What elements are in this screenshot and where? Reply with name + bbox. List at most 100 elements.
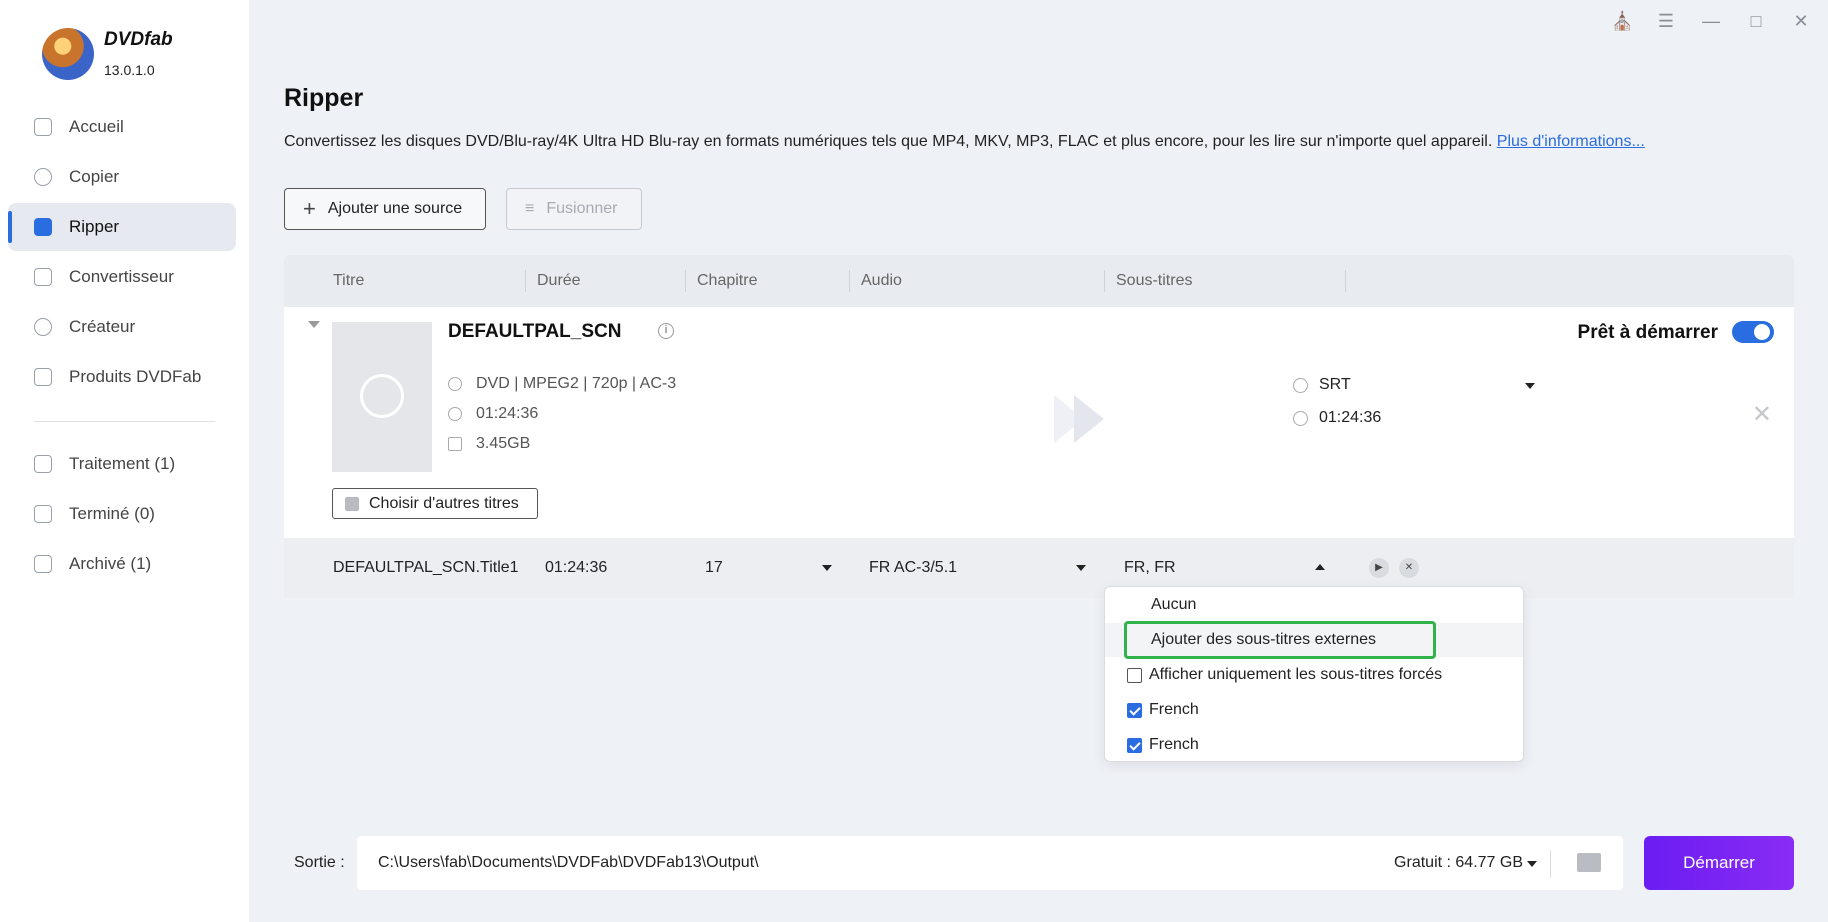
ripper-icon [34, 218, 52, 236]
clock-icon [1293, 411, 1308, 426]
highlight-box [1124, 621, 1436, 659]
checkbox[interactable] [1127, 737, 1142, 753]
output-format: SRT [1319, 376, 1351, 393]
dropdown-item-label: French [1149, 701, 1199, 718]
header-audio: Audio [861, 272, 902, 289]
remove-source-icon[interactable]: ✕ [1752, 403, 1772, 427]
sidebar-item-termine[interactable]: Terminé (0) [8, 490, 236, 538]
sidebar-divider [34, 421, 215, 422]
clipboard-check-icon [34, 505, 52, 523]
title-name: DEFAULTPAL_SCN.Title1 [333, 559, 519, 576]
app-version: 13.0.1.0 [104, 62, 155, 78]
sidebar-item-label: Créateur [69, 317, 136, 336]
start-button[interactable]: Démarrer [1644, 836, 1794, 890]
disc-icon [448, 377, 462, 391]
app-brand: DVDfab [104, 29, 173, 50]
ready-toggle[interactable] [1732, 321, 1774, 343]
sidebar-item-convertisseur[interactable]: Convertisseur [8, 253, 236, 301]
minimize-icon[interactable]: — [1701, 11, 1721, 31]
add-source-button[interactable]: + Ajouter une source [284, 188, 486, 230]
audio-dropdown-icon[interactable] [1076, 565, 1086, 571]
sidebar-item-label: Archivé (1) [69, 554, 152, 573]
free-space: Gratuit : 64.77 GB [1394, 854, 1523, 871]
sidebar: DVDfab 13.0.1.0 Accueil Copier Ripper Co… [0, 0, 249, 922]
disc-duration: 01:24:36 [476, 405, 539, 422]
choose-titles-label: Choisir d'autres titres [369, 494, 519, 512]
info-icon[interactable]: i [658, 323, 674, 339]
home-icon [34, 118, 52, 136]
sidebar-item-createur[interactable]: Créateur [8, 303, 236, 351]
chapter-select[interactable]: 17 [705, 559, 723, 577]
merge-label: Fusionner [546, 200, 618, 217]
sidebar-item-label: Convertisseur [69, 267, 174, 286]
checkbox[interactable] [1127, 702, 1142, 718]
subtitle-dropdown: Aucun Ajouter des sous-titres externes A… [1104, 586, 1524, 762]
disc-title: DEFAULTPAL_SCN [448, 321, 622, 342]
sidebar-item-archive[interactable]: Archivé (1) [8, 540, 236, 588]
sidebar-item-copier[interactable]: Copier [8, 153, 236, 201]
dropdown-item-french-2[interactable]: French [1105, 728, 1523, 762]
sidebar-item-label: Traitement (1) [69, 454, 176, 473]
header-divider [1345, 270, 1346, 292]
merge-button[interactable]: ≡ Fusionner [506, 188, 642, 230]
audio-select[interactable]: FR AC-3/5.1 [869, 559, 957, 577]
sidebar-item-accueil[interactable]: Accueil [8, 103, 236, 151]
clock-icon [448, 407, 462, 421]
dropdown-item-french-1[interactable]: French [1105, 693, 1523, 727]
source-card: DEFAULTPAL_SCN i DVD | MPEG2 | 720p | AC… [284, 307, 1794, 538]
header-divider [525, 270, 526, 292]
archive-icon [34, 555, 52, 573]
dropdown-item-forced-only[interactable]: Afficher uniquement les sous-titres forc… [1105, 658, 1523, 692]
sidebar-item-label: Terminé (0) [69, 504, 155, 523]
header-divider [849, 270, 850, 292]
status-label: Prêt à démarrer [1577, 322, 1718, 343]
output-duration: 01:24:36 [1319, 409, 1382, 426]
film-icon [34, 268, 52, 286]
checkbox[interactable] [1127, 667, 1142, 683]
copy-disc-icon [34, 168, 52, 186]
more-info-link[interactable]: Plus d'informations... [1497, 133, 1645, 150]
header-titre: Titre [333, 272, 365, 289]
header-sous-titres: Sous-titres [1116, 272, 1193, 289]
header-chapitre: Chapitre [697, 272, 758, 289]
folder-icon[interactable] [1577, 853, 1601, 872]
collapse-caret-icon[interactable] [308, 321, 320, 328]
page-description: Convertissez les disques DVD/Blu-ray/4K … [284, 133, 1645, 151]
output-path-field[interactable]: C:\Users\fab\Documents\DVDFab\DVDFab13\O… [357, 836, 1623, 890]
subtitles-dropdown-icon[interactable] [1315, 564, 1325, 570]
dropdown-item-aucun[interactable]: Aucun [1105, 588, 1523, 622]
creator-disc-icon [34, 318, 52, 336]
play-icon[interactable]: ▶ [1369, 558, 1389, 578]
table-header: Titre Durée Chapitre Audio Sous-titres [284, 255, 1794, 307]
sidebar-item-ripper[interactable]: Ripper [8, 203, 236, 251]
header-divider [685, 270, 686, 292]
title-duration: 01:24:36 [545, 559, 608, 576]
merge-icon: ≡ [525, 200, 535, 217]
output-format-dropdown-icon[interactable] [1525, 383, 1535, 389]
choose-other-titles-button[interactable]: Choisir d'autres titres [332, 488, 538, 519]
file-size-icon [448, 437, 462, 451]
page-title: Ripper [284, 84, 364, 112]
header-duree: Durée [537, 272, 581, 289]
output-path: C:\Users\fab\Documents\DVDFab\DVDFab13\O… [378, 854, 759, 871]
path-divider [1550, 850, 1551, 878]
list-icon [34, 455, 52, 473]
disc-format: DVD | MPEG2 | 720p | AC-3 [476, 375, 677, 392]
sidebar-item-produits[interactable]: Produits DVDFab [8, 353, 236, 401]
close-window-icon[interactable]: ✕ [1791, 11, 1811, 31]
menu-icon[interactable]: ☰ [1656, 11, 1676, 31]
dropdown-item-label: Aucun [1151, 596, 1197, 613]
free-space-dropdown-icon[interactable] [1527, 861, 1537, 867]
maximize-icon[interactable]: □ [1746, 11, 1766, 31]
table-row[interactable]: DEFAULTPAL_SCN.Title1 01:24:36 17 FR AC-… [284, 538, 1794, 598]
subtitles-select[interactable]: FR, FR [1124, 559, 1176, 577]
remove-title-icon[interactable]: ✕ [1399, 558, 1419, 578]
shirt-skin-icon[interactable]: ⛪ [1611, 11, 1633, 31]
add-source-label: Ajouter une source [327, 200, 463, 217]
dvdfab-logo-icon [42, 28, 94, 80]
sidebar-item-traitement[interactable]: Traitement (1) [8, 440, 236, 488]
list-icon [345, 496, 359, 511]
sidebar-item-label: Ripper [69, 217, 120, 236]
chapter-dropdown-icon[interactable] [822, 565, 832, 571]
subtitle-format-icon [1293, 378, 1308, 393]
